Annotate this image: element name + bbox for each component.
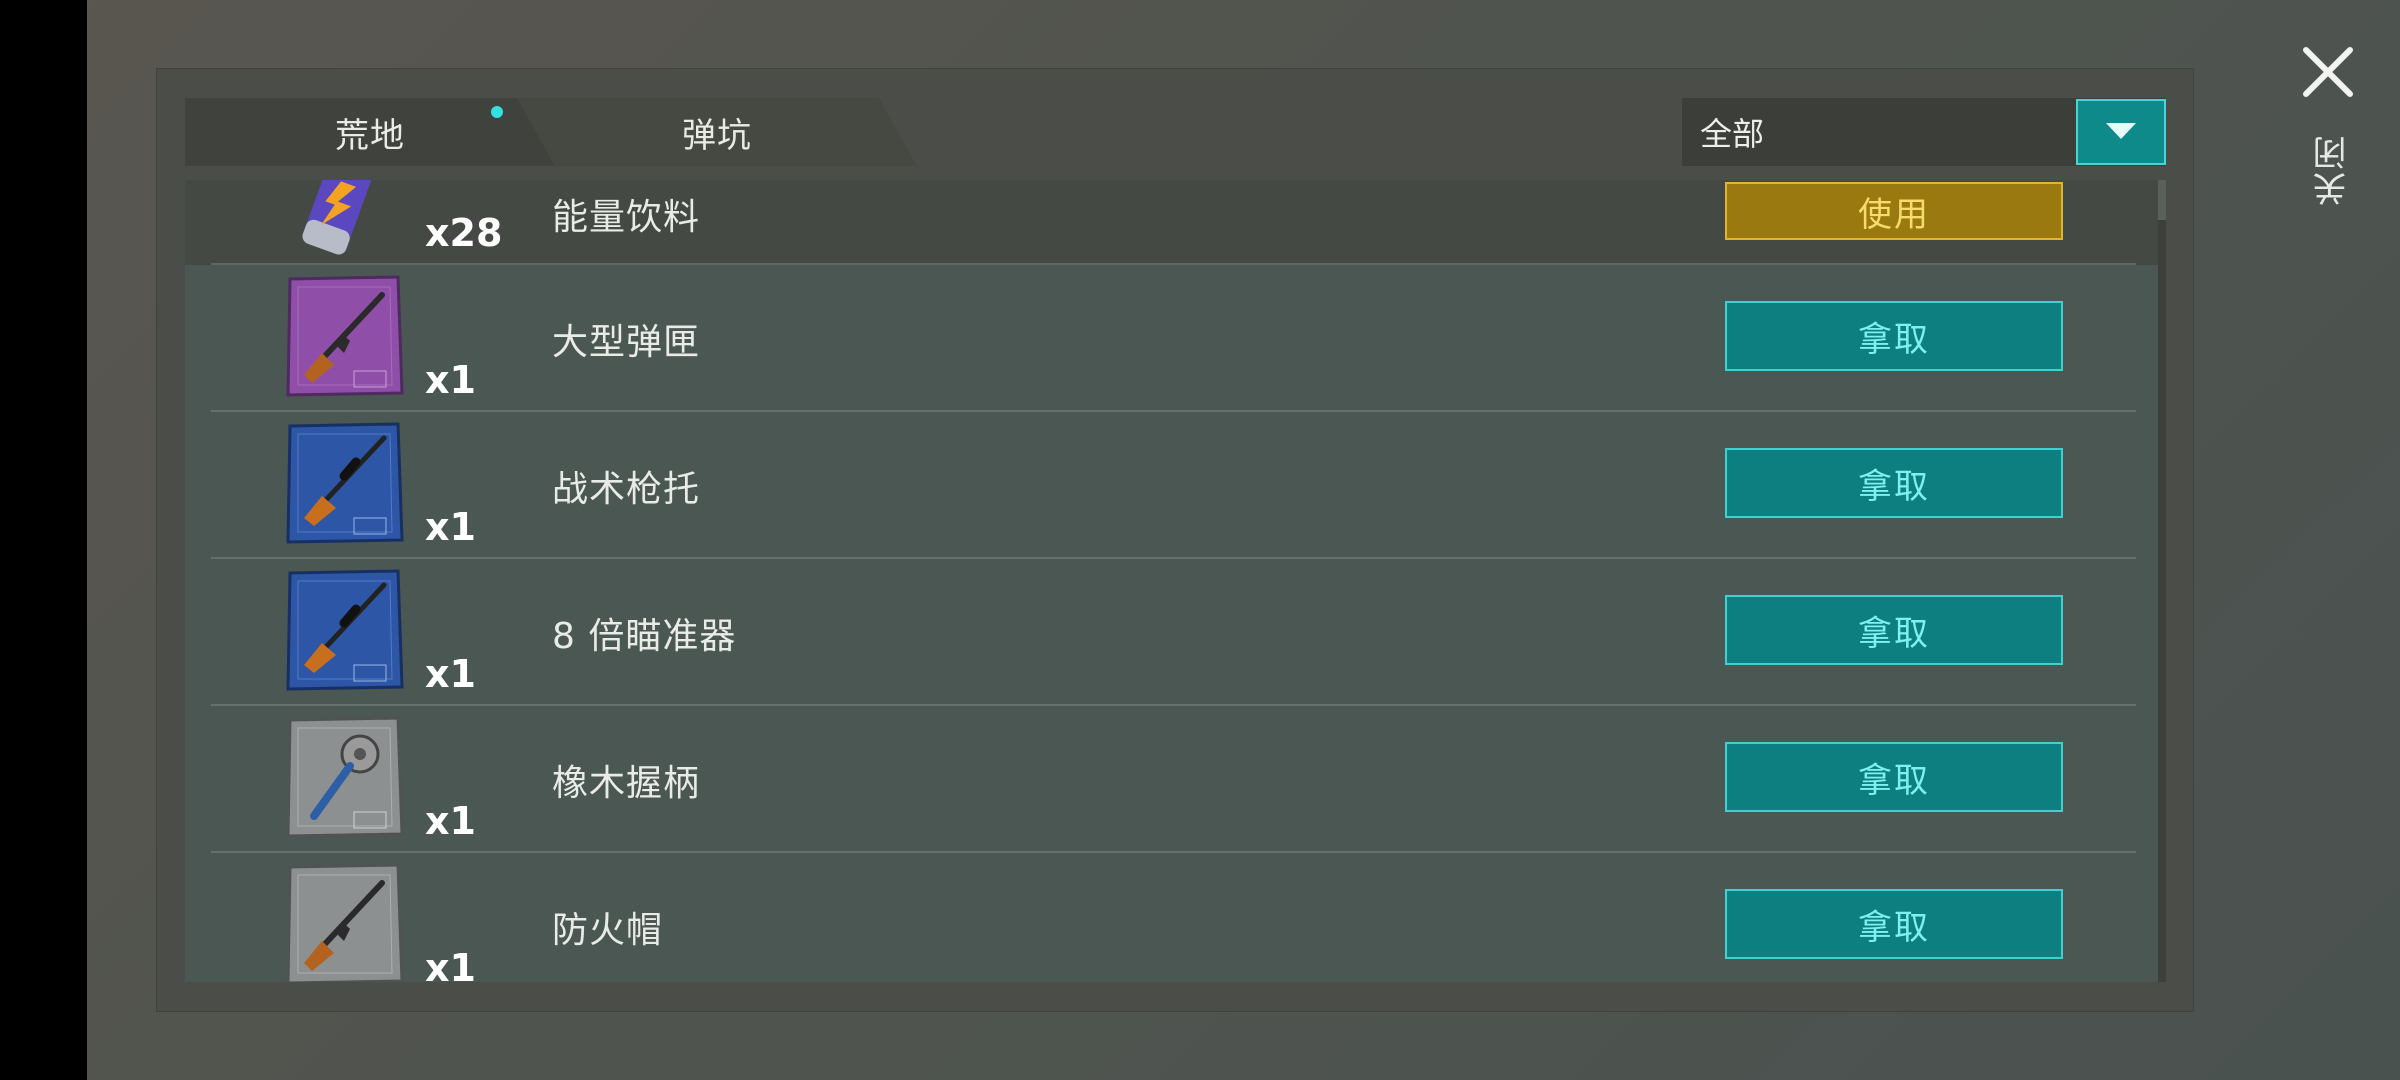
take-button[interactable]: 拿取 — [1725, 742, 2063, 812]
scrollbar-thumb[interactable] — [2158, 180, 2166, 220]
tab-label: 弹坑 — [682, 115, 752, 156]
take-button[interactable]: 拿取 — [1725, 301, 2063, 371]
item-quantity: x1 — [425, 799, 476, 843]
rifle-blueprint-icon — [284, 275, 404, 397]
item-name: 能量饮料 — [552, 196, 701, 238]
item-quantity: x1 — [425, 946, 476, 982]
list-item: x1 战术枪托 拿取 — [185, 412, 2166, 559]
rifle-blueprint-icon — [284, 863, 404, 982]
use-button[interactable]: 使用 — [1725, 182, 2063, 240]
filter-dropdown[interactable]: 全部 — [1682, 98, 2166, 166]
tab-crater[interactable]: 弹坑 — [517, 98, 917, 166]
list-item: x1 橡木握柄 拿取 — [185, 706, 2166, 853]
item-quantity: x1 — [425, 652, 476, 696]
notification-dot — [491, 106, 503, 118]
list-item: x28 能量饮料 使用 — [185, 180, 2166, 265]
take-button[interactable]: 拿取 — [1725, 448, 2063, 518]
filter-label: 全部 — [1700, 115, 1765, 153]
sniper-blueprint-icon — [284, 569, 404, 691]
sniper-blueprint-icon — [284, 422, 404, 544]
close-label: 关闭 — [2313, 134, 2353, 206]
tab-label: 荒地 — [335, 115, 405, 156]
item-quantity: x1 — [425, 358, 476, 402]
loot-panel: 荒地 弹坑 全部 x28 能量饮料 使用 x1 大型弹匣 拿取 x1 战术枪托 … — [156, 68, 2194, 1012]
tab-bar: 荒地 弹坑 全部 — [185, 98, 2166, 166]
item-name: 大型弹匣 — [552, 321, 701, 363]
close-icon[interactable] — [2300, 44, 2356, 100]
item-name: 橡木握柄 — [552, 762, 701, 804]
take-button[interactable]: 拿取 — [1725, 595, 2063, 665]
item-name: 防火帽 — [552, 909, 664, 951]
list-item: x1 大型弹匣 拿取 — [185, 265, 2166, 412]
item-quantity: x28 — [425, 211, 503, 255]
energy-drink-icon — [281, 180, 381, 260]
close-button[interactable]: 关闭 — [2300, 44, 2364, 224]
item-list: x28 能量饮料 使用 x1 大型弹匣 拿取 x1 战术枪托 拿取 x1 8 倍… — [185, 180, 2166, 982]
item-quantity: x1 — [425, 505, 476, 549]
mace-blueprint-icon — [284, 716, 404, 838]
take-button[interactable]: 拿取 — [1725, 889, 2063, 959]
item-name: 战术枪托 — [552, 468, 701, 510]
list-item: x1 8 倍瞄准器 拿取 — [185, 559, 2166, 706]
scrollbar[interactable] — [2158, 180, 2166, 982]
list-item: x1 防火帽 拿取 — [185, 853, 2166, 982]
dropdown-arrow-icon[interactable] — [2076, 99, 2166, 165]
item-name: 8 倍瞄准器 — [552, 615, 737, 657]
screen-edge-bar — [0, 0, 87, 1080]
